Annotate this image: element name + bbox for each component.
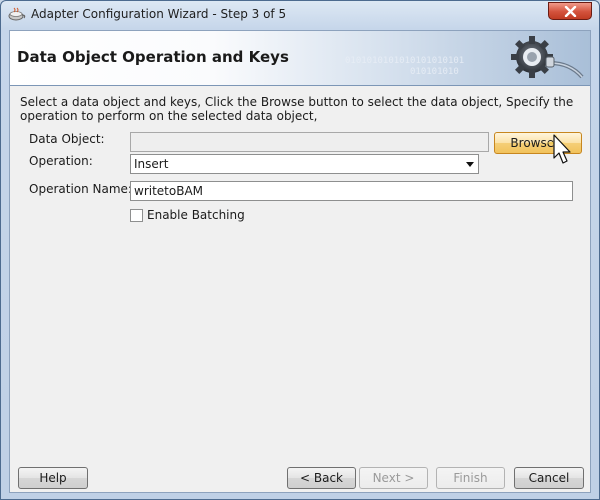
data-object-label: Data Object: xyxy=(29,132,105,146)
cup-icon xyxy=(8,7,26,21)
help-button[interactable]: Help xyxy=(18,467,88,489)
wizard-window: Adapter Configuration Wizard - Step 3 of… xyxy=(0,0,600,500)
finish-button: Finish xyxy=(436,467,505,489)
binary-decoration: 0101010101010101010101 xyxy=(345,56,465,66)
operation-label: Operation: xyxy=(29,154,93,168)
enable-batching-checkbox[interactable] xyxy=(130,209,143,222)
binary-decoration-2: 010101010 xyxy=(410,67,459,77)
close-button[interactable] xyxy=(548,2,592,20)
cancel-button[interactable]: Cancel xyxy=(514,467,584,489)
page-title: Data Object Operation and Keys xyxy=(17,48,289,66)
data-object-field xyxy=(130,132,489,152)
window-title: Adapter Configuration Wizard - Step 3 of… xyxy=(31,7,287,21)
next-button: Next > xyxy=(359,467,428,489)
operation-name-input[interactable]: writetoBAM xyxy=(130,181,573,201)
instructions-text: Select a data object and keys, Click the… xyxy=(20,95,574,123)
operation-select[interactable]: Insert xyxy=(130,154,479,174)
title-bar[interactable]: Adapter Configuration Wizard - Step 3 of… xyxy=(1,1,599,29)
mouse-pointer-icon xyxy=(553,134,571,164)
operation-selected-value: Insert xyxy=(134,157,169,171)
enable-batching-label[interactable]: Enable Batching xyxy=(147,208,245,222)
wizard-body: Data Object Operation and Keys 010101010… xyxy=(9,30,591,493)
close-icon xyxy=(564,6,577,17)
back-button[interactable]: < Back xyxy=(287,467,356,489)
operation-name-label: Operation Name: xyxy=(29,182,132,196)
adapter-gear-icon xyxy=(511,36,584,79)
step-banner: Data Object Operation and Keys 010101010… xyxy=(10,31,590,86)
dropdown-arrow-icon xyxy=(466,162,474,167)
